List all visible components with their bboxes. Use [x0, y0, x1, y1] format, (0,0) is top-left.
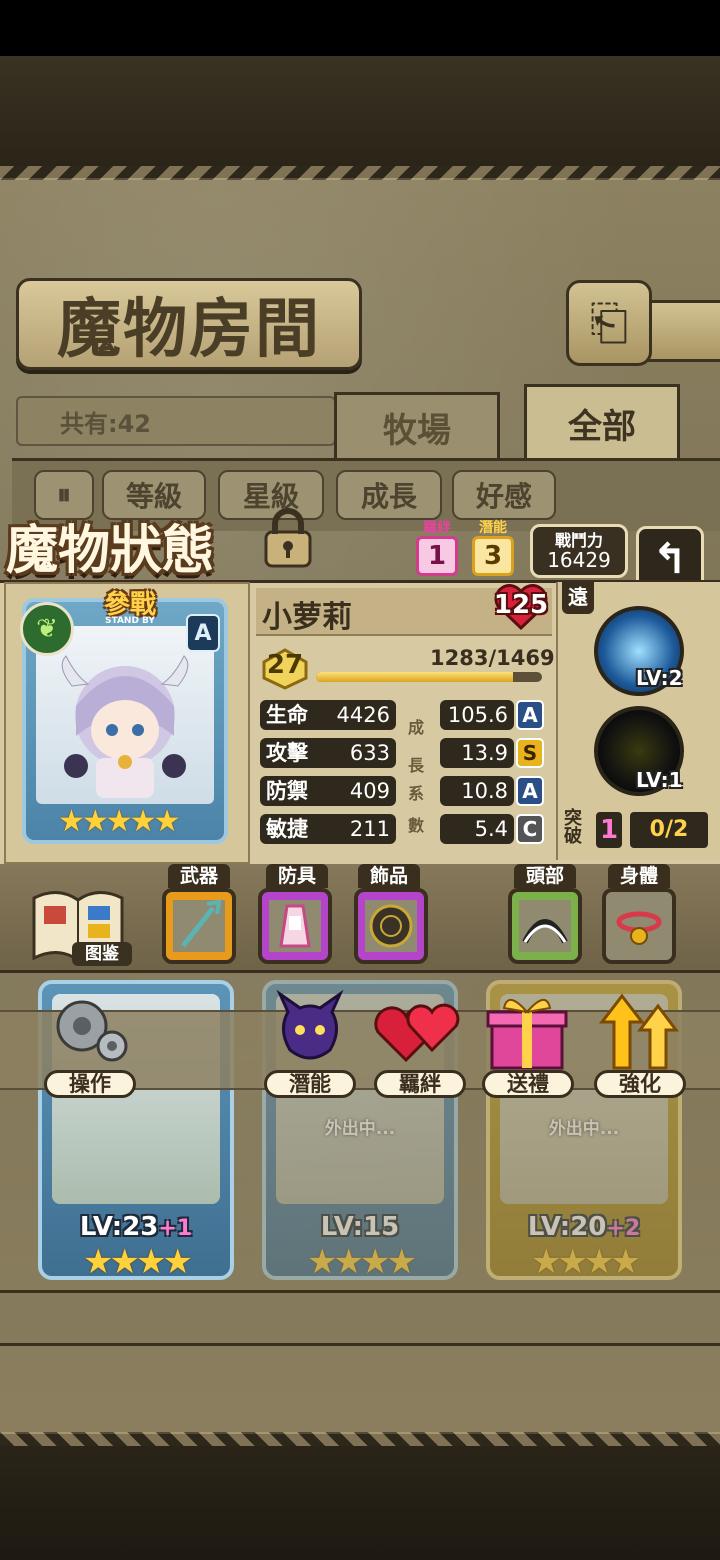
monster-stars: ★★★★: [83, 1242, 193, 1280]
weapon-slot[interactable]: [162, 888, 236, 964]
affinity-value: 125: [493, 590, 549, 620]
stat-row-atk: 攻擊 633 13.9 S: [260, 738, 552, 772]
breakthrough-value: 1: [596, 812, 622, 848]
bond-button[interactable]: 羈絆: [370, 990, 470, 1102]
body-slot[interactable]: [602, 888, 676, 964]
hearts-icon: [374, 1003, 460, 1063]
stand-by-subtitle: STAND BY: [105, 616, 155, 626]
potential-button[interactable]: 潛能: [260, 989, 360, 1102]
trident-icon: [173, 899, 225, 952]
breakthrough-progress: 0/2: [630, 812, 708, 848]
operate-button[interactable]: 操作: [40, 990, 140, 1102]
demon-icon: [276, 989, 344, 1060]
skill-level: LV:1: [636, 768, 683, 792]
back-button[interactable]: ⎗: [566, 280, 652, 366]
return-arrow-icon: ⎗: [589, 294, 629, 351]
room-title: 魔物房間: [16, 278, 362, 370]
monster-stars: ★★★★: [307, 1242, 417, 1280]
star-rating: ★★★★★: [58, 804, 180, 839]
bell-collar-icon: [613, 900, 665, 952]
top-border: [0, 166, 720, 180]
skill-level: LV:2: [636, 666, 683, 690]
head-slot-label: 頭部: [514, 864, 576, 888]
armor-slot-label: 防具: [266, 864, 328, 888]
up-arrows-icon: [598, 993, 679, 1070]
bond-badge: 羈絆 1: [416, 520, 458, 576]
level-value: 27: [266, 650, 304, 680]
sort-toggle-icon: ⏸: [56, 478, 71, 511]
top-frame: [0, 56, 720, 171]
monster-count: 共有:42: [16, 396, 336, 446]
growth-char: 成: [408, 718, 425, 737]
sort-affinity-button[interactable]: 好感: [452, 470, 556, 520]
away-status: 外出中...: [324, 1119, 396, 1139]
gear-icon: [56, 1000, 128, 1062]
stat-row-agi: 敏捷 211 5.4 C: [260, 814, 552, 848]
exp-bar-fill: [316, 672, 514, 682]
status-bar: [0, 0, 720, 56]
range-tag: 遠: [562, 582, 594, 614]
monster-name: 小萝莉: [262, 600, 352, 635]
tab-all[interactable]: 全部: [524, 384, 680, 459]
leaf-icon: ❦: [20, 602, 74, 656]
accessory-slot-label: 飾品: [358, 864, 420, 888]
weapon-slot-label: 武器: [168, 864, 230, 888]
bottom-border: [0, 1432, 720, 1446]
bottom-frame: [0, 1445, 720, 1560]
growth-char: 系: [408, 784, 425, 803]
monster-stars: ★★★★: [531, 1242, 641, 1280]
armor-slot[interactable]: [258, 888, 332, 964]
back-button-tab: [646, 300, 720, 362]
monster-level: LV:23+1: [79, 1212, 193, 1242]
status-title: 魔物狀態: [6, 520, 215, 581]
body-slot-label: 身體: [608, 864, 670, 888]
sort-growth-button[interactable]: 成長: [336, 470, 442, 520]
accessory-slot[interactable]: [354, 888, 428, 964]
enhance-button[interactable]: 強化: [590, 990, 690, 1102]
exp-text: 1283/1469: [430, 646, 555, 670]
stat-row-hp: 生命 4426 105.6 A: [260, 700, 552, 734]
stat-row-def: 防禦 409 10.8 A: [260, 776, 552, 810]
rank-badge: A: [186, 614, 220, 652]
encyclopedia-label: 图鉴: [72, 942, 132, 966]
monster-level: LV:20+2: [527, 1212, 641, 1242]
grid-bottom-strip: [0, 1290, 720, 1346]
return-arrow-icon: ↰: [652, 533, 688, 583]
away-status: 外出中...: [548, 1119, 620, 1139]
monster-level: LV:15: [320, 1212, 400, 1242]
growth-char: 數: [408, 816, 425, 835]
maid-dress-icon: [269, 900, 321, 952]
combat-power: 戰鬥力 16429: [530, 524, 628, 578]
coin-icon: [365, 900, 417, 952]
gift-button[interactable]: 送禮: [478, 990, 578, 1102]
breakthrough-label: 突破: [564, 808, 582, 847]
exp-bar: [316, 672, 542, 682]
potential-badge: 潛能 3: [472, 520, 514, 576]
monster-portrait: [36, 626, 214, 804]
headband-icon: [519, 900, 571, 952]
tab-farm[interactable]: 牧場: [334, 392, 500, 459]
head-slot[interactable]: [508, 888, 582, 964]
lock-icon[interactable]: [260, 508, 316, 568]
growth-char: 長: [408, 756, 425, 775]
gift-icon: [486, 999, 568, 1070]
